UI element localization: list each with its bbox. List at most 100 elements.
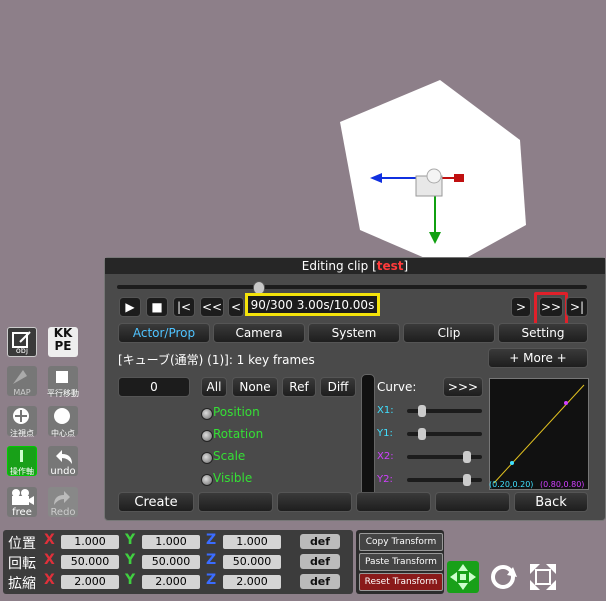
rotation-y-field[interactable]: 50.000 [142,555,200,569]
viewport-cube[interactable] [330,70,540,270]
curve-y2-knob[interactable] [463,474,471,486]
scale-gizmo-icon[interactable] [527,561,559,593]
crosshair-icon [13,408,29,424]
property-scale[interactable]: Scale [213,449,245,463]
last-frame-button[interactable]: >| [566,297,588,317]
fast-forward-button[interactable]: >> [539,297,563,317]
play-button[interactable]: ▶ [119,297,141,317]
position-z-field[interactable]: 1.000 [223,535,281,549]
filter-none-button[interactable]: None [232,377,278,397]
rotate-arrow-icon [491,565,517,589]
position-radio[interactable] [201,408,213,420]
move-arrows-icon [450,564,476,590]
rotation-x-field[interactable]: 50.000 [61,555,119,569]
scale-def-button[interactable]: def [300,574,340,589]
empty-slot-1[interactable] [198,492,273,512]
curve-x2-label: X2: [377,451,394,462]
position-y-axis: Y [125,532,136,548]
curve-x2-knob[interactable] [463,451,471,463]
vertical-scrollbar[interactable] [361,374,375,500]
circle-icon [54,408,70,424]
position-def-button[interactable]: def [300,534,340,549]
scale-y-field[interactable]: 2.000 [142,575,200,589]
free-caption: free [12,507,32,518]
position-x-field[interactable]: 1.000 [61,535,119,549]
empty-slot-2[interactable] [277,492,352,512]
gaze-caption: 注視点 [10,429,34,438]
editing-clip-panel: Editing clip [test] ▶ ■ |< << < 90/300 3… [104,257,606,521]
curve-x2-slider[interactable] [407,451,482,463]
frame-value-field[interactable]: 0 [118,377,190,397]
property-visible[interactable]: Visible [213,471,252,485]
rewind-button[interactable]: << [200,297,224,317]
tab-setting[interactable]: Setting [498,323,588,343]
rotation-row-label: 回転 [8,556,36,572]
tab-camera[interactable]: Camera [213,323,305,343]
more-button[interactable]: + More + [488,348,588,368]
axis-caption: 操作軸 [10,467,34,476]
undo-caption: undo [50,466,76,477]
scale-radio[interactable] [201,452,213,464]
map-caption: MAP [13,388,31,397]
reset-transform-button[interactable]: Reset Transform [359,573,443,591]
next-frame-button[interactable]: > [511,297,531,317]
create-button[interactable]: Create [118,492,194,512]
axis-bar-icon [20,450,23,462]
scale-z-field[interactable]: 2.000 [223,575,281,589]
property-position[interactable]: Position [213,405,260,419]
curve-graph[interactable] [489,378,589,490]
kkpe-icon[interactable]: KK PE [48,327,78,357]
filter-diff-button[interactable]: Diff [320,377,356,397]
empty-slot-3[interactable] [356,492,431,512]
curve-y2-slider[interactable] [407,474,482,486]
curve-y1-label: Y1: [377,428,393,439]
scale-x-field[interactable]: 2.000 [61,575,119,589]
stop-button[interactable]: ■ [146,297,168,317]
curve-y1-knob[interactable] [418,428,426,440]
prev-frame-button[interactable]: < [228,297,244,317]
map-arrow-icon [13,370,27,384]
tab-system[interactable]: System [308,323,400,343]
rotation-def-button[interactable]: def [300,554,340,569]
clip-info-label: [キューブ(通常) (1)]: 1 key frames [118,353,315,367]
visible-radio[interactable] [201,474,213,486]
filter-ref-button[interactable]: Ref [282,377,316,397]
position-row-label: 位置 [8,536,36,552]
tab-clip[interactable]: Clip [403,323,495,343]
rotation-x-axis: X [44,552,55,568]
curve-x1-slider[interactable] [407,405,482,417]
rotate-gizmo-icon[interactable] [487,561,519,593]
paste-transform-button[interactable]: Paste Transform [359,553,443,571]
rotation-y-axis: Y [125,552,136,568]
position-y-field[interactable]: 1.000 [142,535,200,549]
panel-title: Editing clip [test] [105,258,605,274]
curve-point1-label: (0.20,0.20) [489,480,534,489]
scale-y-axis: Y [125,572,136,588]
rotation-radio[interactable] [201,430,213,442]
property-rotation[interactable]: Rotation [213,427,263,441]
curve-y1-slider[interactable] [407,428,482,440]
back-button[interactable]: Back [514,492,588,512]
curve-x1-label: X1: [377,405,394,416]
first-frame-button[interactable]: |< [173,297,195,317]
curve-x1-knob[interactable] [418,405,426,417]
empty-slot-4[interactable] [435,492,510,512]
time-display: 90/300 3.00s/10.00s [245,293,380,316]
curve-expand-button[interactable]: >>> [443,377,483,397]
undo-arrow-icon [56,450,72,464]
rotation-z-field[interactable]: 50.000 [223,555,281,569]
pan-caption: 平行移動 [47,389,79,398]
panel-title-suffix: ] [403,259,409,273]
timeline-slider[interactable] [117,281,587,295]
tab-actor-prop[interactable]: Actor/Prop [118,323,210,343]
position-x-axis: X [44,532,55,548]
move-gizmo-icon[interactable] [447,561,479,593]
center-caption: 中心点 [51,429,75,438]
filter-all-button[interactable]: All [201,377,227,397]
redo-arrow-icon [54,491,70,505]
rotation-z-axis: Z [206,552,217,568]
camera-icon [12,489,34,505]
curve-point2-label: (0.80,0.80) [540,480,585,489]
scale-row-label: 拡縮 [8,576,36,592]
copy-transform-button[interactable]: Copy Transform [359,533,443,551]
